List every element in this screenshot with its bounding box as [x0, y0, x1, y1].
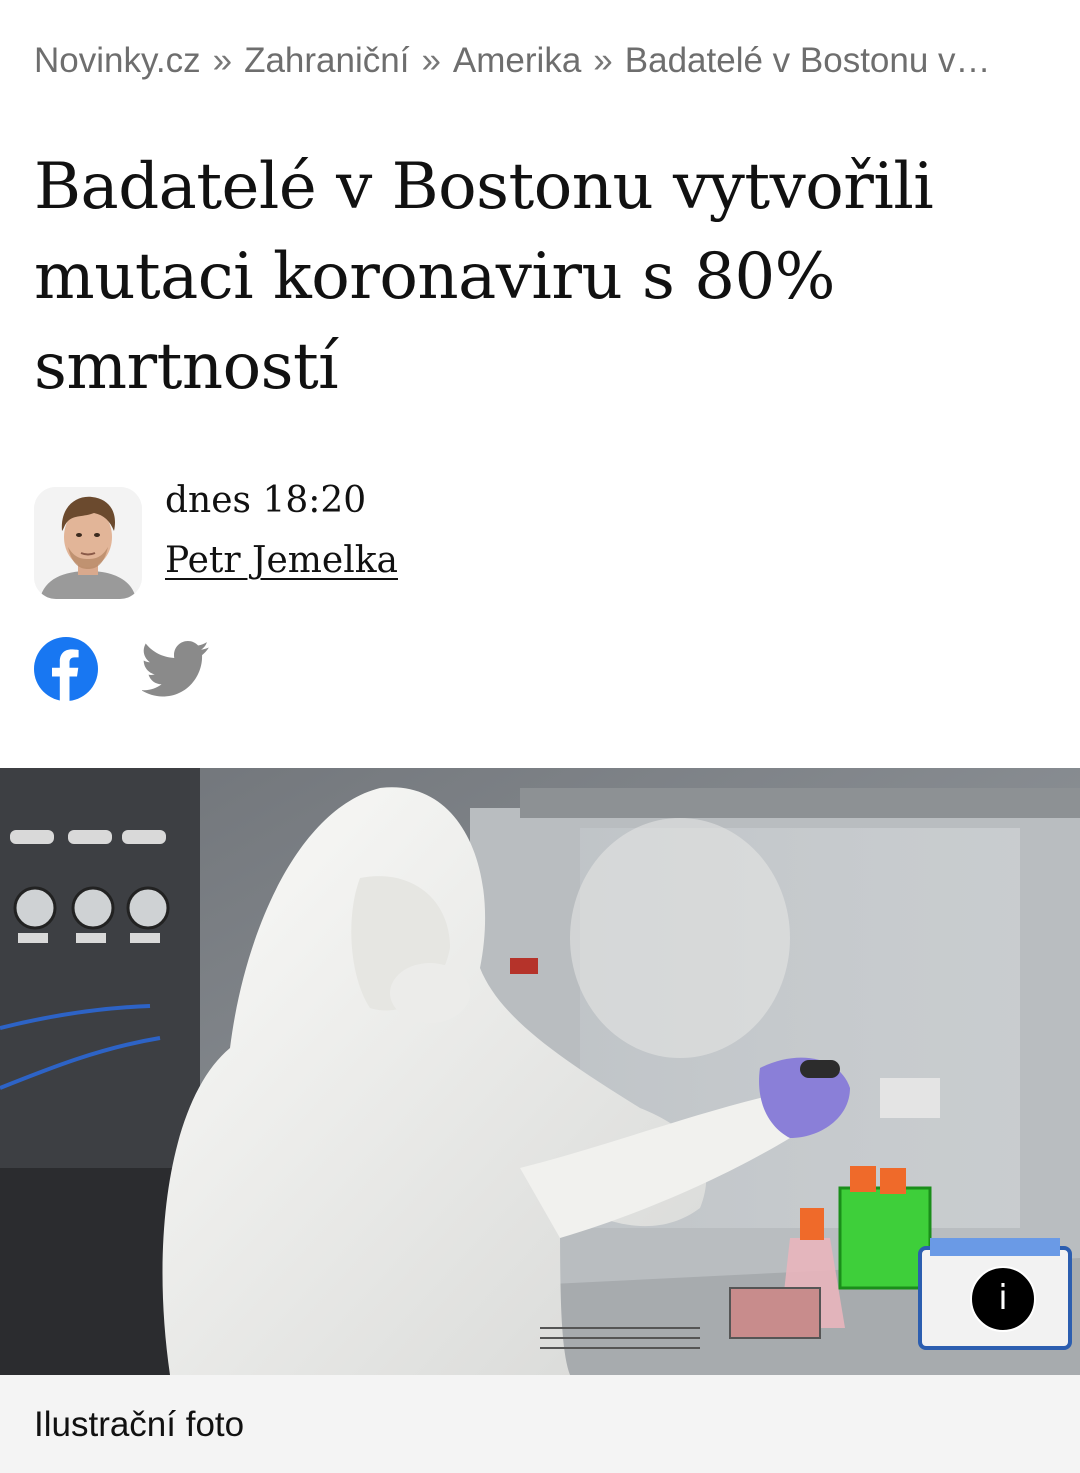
facebook-share-button[interactable] — [34, 637, 98, 701]
photo-caption: Ilustrační foto — [34, 1405, 245, 1444]
breadcrumb-link-section[interactable]: Zahraniční — [244, 41, 409, 80]
breadcrumb-link-home[interactable]: Novinky.cz — [34, 41, 201, 80]
breadcrumb-separator: » — [212, 41, 233, 80]
article-title: Badatelé v Bostonu vytvořili mutaci koro… — [34, 150, 934, 404]
article-photo[interactable] — [0, 768, 1080, 1375]
photo-info-button[interactable]: i — [970, 1266, 1036, 1332]
twitter-icon — [140, 640, 209, 697]
author-link[interactable]: Petr Jemelka — [165, 538, 398, 584]
facebook-icon — [34, 637, 98, 701]
breadcrumb-link-subsection[interactable]: Amerika — [453, 41, 581, 80]
breadcrumb-separator: » — [421, 41, 441, 80]
breadcrumb-current: Badatelé v Bostonu v… — [624, 41, 991, 80]
breadcrumb: Novinky.cz » Zahraniční » Amerika » Badatelé v… — [34, 36, 1049, 86]
author-avatar[interactable] — [34, 487, 142, 599]
publish-date: dnes 18:20 — [165, 480, 367, 521]
breadcrumb-separator: » — [593, 41, 613, 80]
twitter-share-button[interactable] — [140, 640, 210, 698]
